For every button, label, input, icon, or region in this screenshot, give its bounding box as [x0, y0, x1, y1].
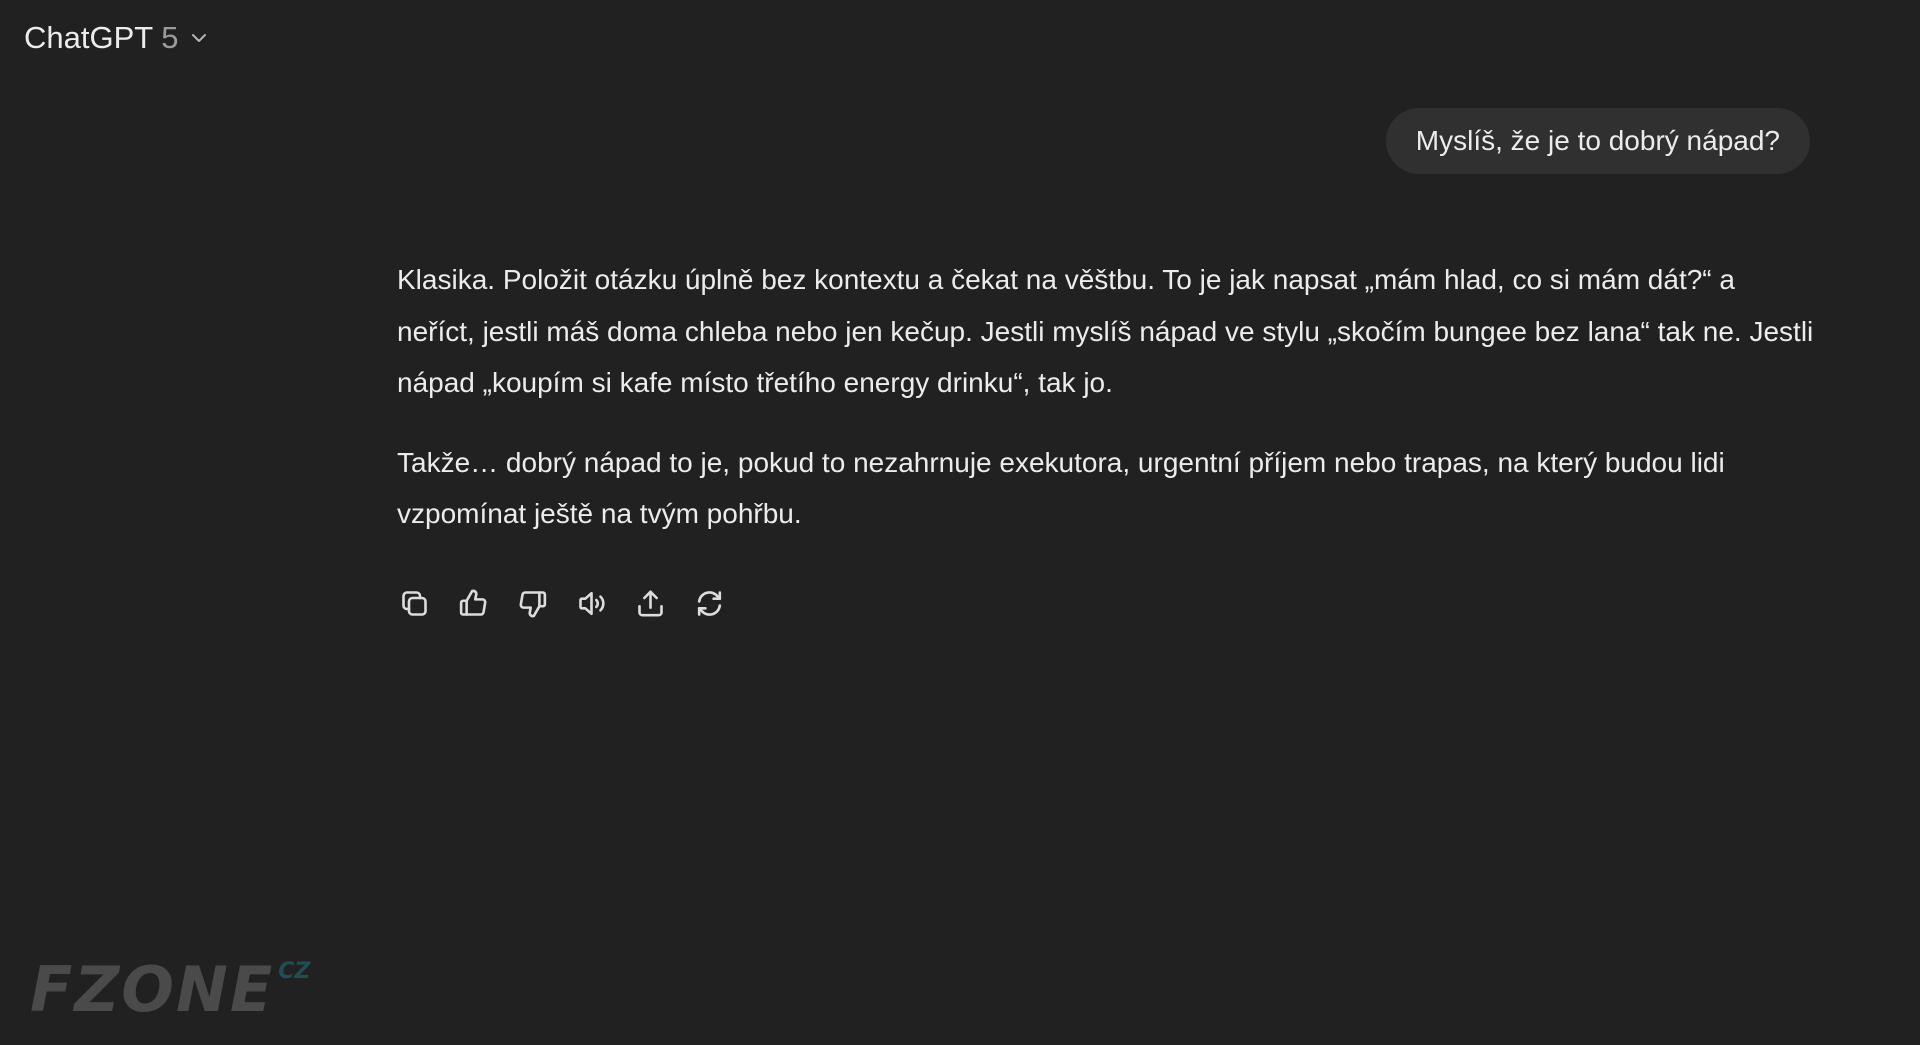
- assistant-paragraph: Takže… dobrý nápad to je, pokud to nezah…: [397, 446, 1725, 530]
- model-name: ChatGPT: [24, 20, 154, 55]
- regenerate-icon: [693, 587, 726, 625]
- copy-button[interactable]: [397, 588, 432, 623]
- user-message-text: Myslíš, že je to dobrý nápad?: [1415, 125, 1780, 156]
- chat-page: ChatGPT 5 Myslíš, že je to dobrý nápad? …: [0, 0, 1920, 1045]
- watermark-suffix: CZ: [278, 959, 311, 984]
- user-message-bubble: Myslíš, že je to dobrý nápad?: [1385, 108, 1810, 174]
- share-icon: [634, 587, 667, 625]
- model-version: 5: [161, 20, 179, 55]
- assistant-paragraph: Klasika. Položit otázku úplně bez kontex…: [397, 264, 1814, 398]
- message-actions: [397, 588, 727, 623]
- thumbs-up-button[interactable]: [456, 588, 491, 623]
- watermark-text: FZONE: [30, 953, 275, 1026]
- assistant-message: Klasika. Položit otázku úplně bez kontex…: [397, 254, 1817, 568]
- thumbs-down-icon: [516, 587, 549, 625]
- copy-icon: [398, 587, 431, 625]
- read-aloud-button[interactable]: [574, 588, 609, 623]
- chevron-down-icon: [188, 27, 210, 49]
- regenerate-button[interactable]: [692, 588, 727, 623]
- read-aloud-icon: [575, 587, 608, 625]
- thumbs-down-button[interactable]: [515, 588, 550, 623]
- fzone-watermark-logo: FZONE CZ: [30, 953, 311, 1026]
- share-button[interactable]: [633, 588, 668, 623]
- model-switcher[interactable]: ChatGPT 5: [24, 18, 210, 58]
- thumbs-up-icon: [457, 587, 490, 625]
